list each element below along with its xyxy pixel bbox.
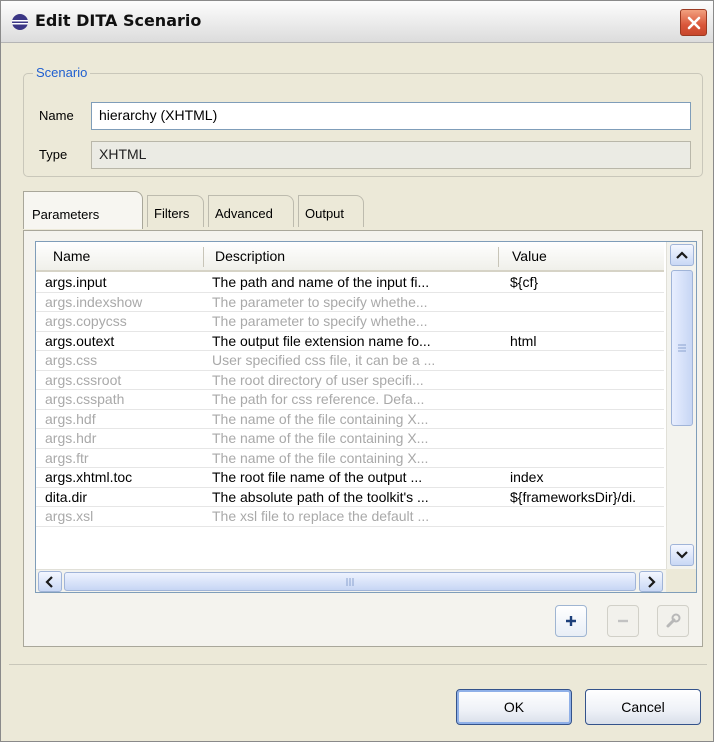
tab-advanced[interactable]: Advanced (208, 195, 294, 227)
ok-button[interactable]: OK (456, 689, 572, 725)
table-row[interactable]: args.input The path and name of the input… (36, 273, 664, 293)
grip-icon (346, 577, 354, 586)
separator (9, 664, 707, 665)
type-label: Type (39, 147, 68, 162)
add-parameter-button[interactable] (555, 605, 587, 637)
horizontal-scrollbar[interactable] (36, 569, 666, 592)
remove-parameter-button[interactable] (607, 605, 639, 637)
parameter-description-cell: The parameter to specify whethe... (212, 293, 428, 310)
scroll-up-button[interactable] (670, 244, 694, 266)
plus-icon (566, 616, 576, 626)
wrench-icon (666, 613, 681, 628)
close-icon (687, 16, 700, 29)
parameter-value-cell: index (510, 469, 544, 485)
parameter-value-cell: ${cf} (510, 274, 539, 290)
parameter-description-cell: The parameter to specify whethe... (212, 313, 428, 329)
scroll-left-button[interactable] (38, 571, 62, 592)
table-row[interactable]: args.xsl The xsl file to replace the defa… (36, 507, 664, 527)
parameter-description-cell: The name of the file containing X... (212, 410, 429, 427)
parameter-description-cell: The path and name of the input fi... (212, 274, 430, 290)
table-row[interactable]: args.indexshow The parameter to specify w… (36, 293, 664, 312)
parameter-name-cell: args.csspath (45, 391, 125, 407)
column-header-name[interactable]: Name (53, 248, 90, 264)
tab-output[interactable]: Output (298, 195, 364, 227)
parameter-description-cell: The xsl file to replace the default ... (212, 508, 430, 524)
column-divider[interactable] (203, 247, 204, 267)
parameter-value-cell: ${frameworksDir}/di. (510, 488, 637, 505)
parameter-name-cell: args.css (45, 352, 98, 368)
parameter-name-cell: args.indexshow (45, 293, 143, 310)
parameter-name-cell: args.hdf (45, 410, 96, 427)
chevron-right-icon (648, 575, 656, 588)
column-header-description[interactable]: Description (215, 248, 285, 264)
title-bar: Edit DITA Scenario (1, 1, 713, 43)
vertical-scroll-thumb[interactable] (671, 270, 693, 426)
parameters-table: Name Description Value args.input The pat… (35, 241, 697, 593)
scroll-down-button[interactable] (670, 544, 694, 566)
tab-filters[interactable]: Filters (147, 195, 204, 227)
minus-icon (618, 619, 628, 623)
horizontal-scroll-thumb[interactable] (64, 572, 636, 591)
table-row[interactable]: dita.dir The absolute path of the toolkit… (36, 488, 664, 507)
column-header-value[interactable]: Value (512, 248, 547, 264)
table-row[interactable]: args.xhtml.toc The root file name of the … (36, 468, 664, 488)
parameter-description-cell: The name of the file containing X... (212, 449, 429, 466)
parameter-name-cell: args.cssroot (45, 371, 122, 388)
grip-icon (678, 344, 686, 352)
parameter-name-cell: args.outext (45, 332, 115, 349)
column-divider[interactable] (498, 247, 499, 267)
eclipse-icon (12, 14, 28, 30)
parameter-name-cell: dita.dir (45, 488, 88, 505)
table-row[interactable]: args.ftr The name of the file containing … (36, 449, 664, 468)
parameter-name-cell: args.input (45, 274, 107, 290)
parameter-description-cell: The root file name of the output ... (212, 469, 423, 485)
parameter-description-cell: The path for css reference. Defa... (212, 391, 425, 407)
vertical-scrollbar[interactable] (666, 242, 696, 569)
scrollbar-corner (666, 569, 696, 592)
table-row[interactable]: args.hdf The name of the file containing … (36, 410, 664, 429)
chevron-up-icon (676, 251, 688, 259)
parameter-value-cell: html (510, 332, 537, 349)
parameter-description-cell: The absolute path of the toolkit's ... (212, 488, 429, 505)
parameter-name-cell: args.xhtml.toc (45, 469, 133, 485)
table-row[interactable]: args.hdr The name of the file containing … (36, 429, 664, 449)
dialog-title: Edit DITA Scenario (35, 11, 202, 30)
table-row[interactable]: args.copycss The parameter to specify whe… (36, 312, 664, 332)
name-label: Name (39, 108, 74, 123)
name-field[interactable]: hierarchy (XHTML) (91, 102, 691, 130)
chevron-down-icon (676, 551, 688, 559)
tab-parameters[interactable]: Parameters (23, 191, 143, 229)
parameter-description-cell: The root directory of user specifi... (212, 371, 424, 388)
parameter-description-cell: User specified css file, it can be a ... (212, 352, 436, 368)
table-row[interactable]: args.cssroot The root directory of user s… (36, 371, 664, 390)
table-row[interactable]: args.csspath The path for css reference. … (36, 390, 664, 410)
parameter-name-cell: args.ftr (45, 449, 89, 466)
parameter-description-cell: The output file extension name fo... (212, 332, 431, 349)
edit-dita-scenario-dialog: Edit DITA Scenario Scenario Name hierarc… (0, 0, 714, 742)
table-row[interactable]: args.outext The output file extension nam… (36, 332, 664, 351)
close-button[interactable] (680, 9, 707, 36)
scenario-group-legend: Scenario (33, 65, 91, 80)
table-header: Name Description Value (36, 242, 664, 272)
parameter-name-cell: args.hdr (45, 430, 97, 446)
parameter-description-cell: The name of the file containing X... (212, 430, 429, 446)
chevron-left-icon (45, 575, 53, 588)
parameter-name-cell: args.xsl (45, 508, 94, 524)
table-body: args.input The path and name of the input… (36, 273, 664, 527)
table-row[interactable]: args.css User specified css file, it can … (36, 351, 664, 371)
edit-parameter-button[interactable] (657, 605, 689, 637)
type-field: XHTML (91, 141, 691, 169)
parameter-name-cell: args.copycss (45, 313, 127, 329)
cancel-button[interactable]: Cancel (585, 689, 701, 725)
scroll-right-button[interactable] (639, 571, 663, 592)
